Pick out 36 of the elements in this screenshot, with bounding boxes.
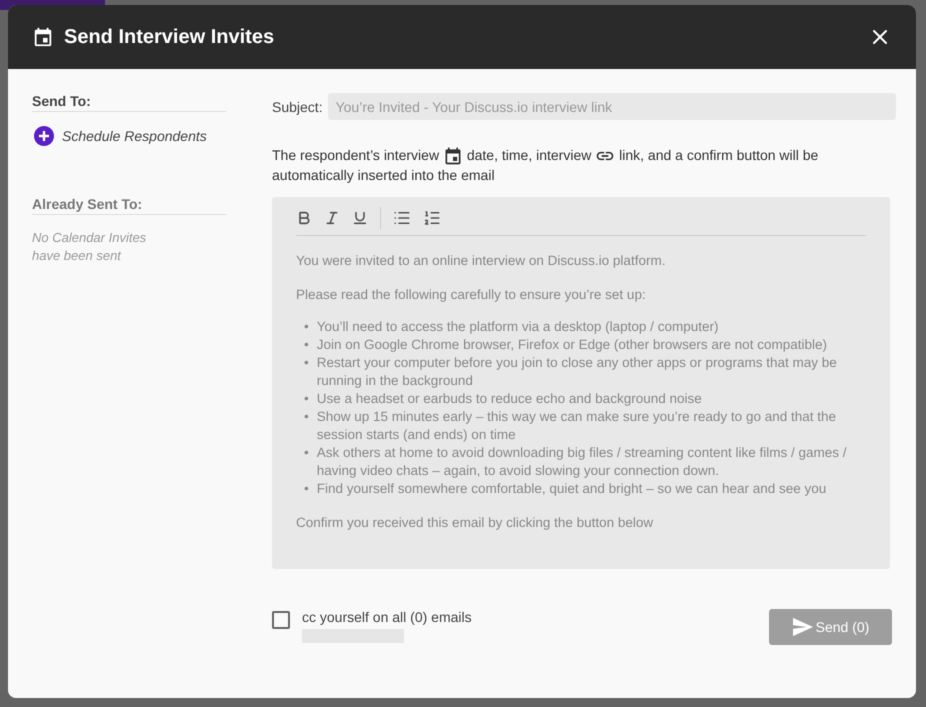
calendar-icon [442, 146, 463, 166]
section-heading: Send To: [32, 93, 226, 112]
email-editor[interactable] [272, 197, 890, 570]
email-list-item: Ask others at home to avoid downloading big files / streaming content like films / games / having video chats – again, to avoid slowing your connection down. [316, 444, 848, 480]
notice-text: The respondent’s interview date, time, interview link, and a confirm button will be automatically inserted into the email [272, 146, 820, 186]
email-list-item: You’ll need to access the platform via a desktop (laptop / computer) [316, 318, 720, 336]
email-list-item: Join on Google Chrome browser, Firefox or Edge (other browsers are not compatible) [316, 336, 828, 354]
email-list-item: Show up 15 minutes early – this way we can make sure you’re ready to go and that the session starts (and ends) on time [316, 408, 838, 444]
bullet-mark: • [304, 354, 309, 372]
cc-label: cc yourself on all (0) emails [302, 609, 472, 626]
bullet-mark: • [304, 408, 309, 426]
bullet-mark: • [304, 336, 309, 354]
cc-checkbox[interactable] [272, 611, 290, 630]
calendar-icon [32, 26, 54, 48]
email-list-item: Use a headset or earbuds to reduce echo and background noise [316, 390, 703, 408]
bullet-mark: • [304, 444, 309, 462]
send-icon [792, 617, 814, 638]
email-paragraph: Please read the following carefully to ensure you’re set up: [296, 286, 647, 304]
bullet-mark: • [304, 390, 309, 408]
section-heading: Already Sent To: [32, 196, 226, 215]
email-paragraph: You were invited to an online interview on Discuss.io platform. [296, 252, 666, 270]
subject-field[interactable]: You’re Invited - Your Discuss.io interview link [328, 93, 896, 120]
email-list-item: Find yourself somewhere comfortable, quiet and bright – so we can hear and see you [316, 480, 828, 498]
dialog-title: Send Interview Invites [64, 26, 276, 48]
email-list-item: Restart your computer before you join to close any other apps or programs that may be running in the background [316, 354, 838, 390]
bullet-mark: • [304, 318, 309, 336]
schedule-respondents-button[interactable]: Schedule Respondents [34, 126, 226, 146]
bullet-mark: • [304, 480, 309, 498]
numbered-list-button[interactable] [423, 209, 441, 228]
underline-button[interactable] [352, 210, 368, 226]
plus-icon [34, 126, 54, 146]
subject-label: Subject: [272, 98, 323, 114]
bold-button[interactable] [296, 210, 312, 226]
email-paragraph: Confirm you received this email by clicking the button below [296, 514, 654, 532]
empty-message: No Calendar Invites have been sent [32, 229, 148, 265]
italic-button[interactable] [324, 210, 340, 226]
